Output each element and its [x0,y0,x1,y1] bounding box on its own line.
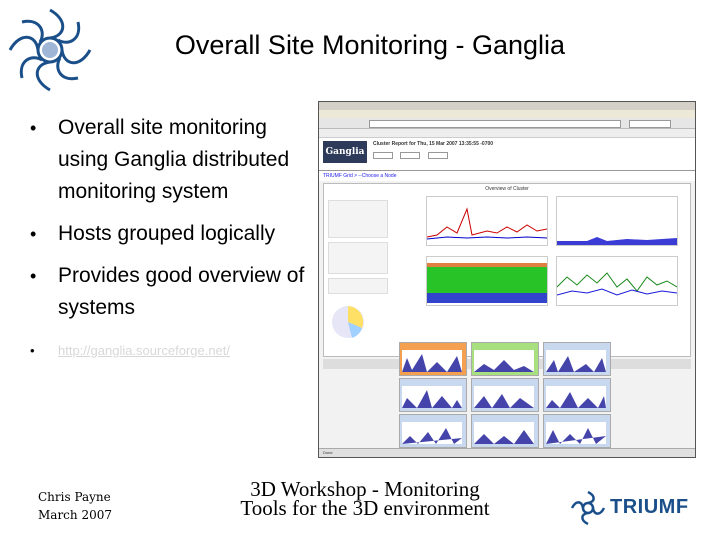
footer-line-2: Tools for the 3D environment [240,496,490,520]
bullet-dot-icon: • [30,266,37,286]
node-cell[interactable] [399,378,467,412]
ganglia-link[interactable]: http://ganglia.sourceforge.net/ [58,343,230,358]
load-pie-chart [332,306,364,338]
node-graph-grid [399,342,687,448]
bullet-dot-icon: • [30,224,37,244]
browser-screenshot: Ganglia Cluster Report for Thu, 15 Mar 2… [318,101,696,458]
address-field[interactable] [369,120,621,128]
bullet-item-link: • http://ganglia.sourceforge.net/ [28,342,318,360]
bullet-text: Provides good overview of systems [58,264,305,319]
node-cell[interactable] [399,414,467,448]
cluster-overview: Overview of Cluster [323,183,691,357]
triumf-swirl-icon [570,490,606,526]
memory-graph [426,256,548,306]
author-block: Chris Payne March 2007 [38,488,112,524]
ganglia-header: Ganglia Cluster Report for Thu, 15 Mar 2… [319,138,695,171]
node-cell[interactable] [471,342,539,376]
browser-urlbar [319,118,695,129]
node-cell[interactable] [399,342,467,376]
bullet-dot-icon: • [30,343,35,358]
bullet-text: Hosts grouped logically [58,222,276,245]
slide-title: Overall Site Monitoring - Ganglia [174,30,566,60]
cpu-graph [556,196,678,246]
node-cell[interactable] [471,378,539,412]
search-field[interactable] [629,120,671,128]
metric-select[interactable] [373,152,393,159]
presentation-date: March 2007 [38,508,112,522]
bullet-item: • Overall site monitoring using Ganglia d… [28,112,318,208]
node-cell[interactable] [543,342,611,376]
bullet-text: Overall site monitoring using Ganglia di… [58,116,290,203]
ganglia-logo [8,8,92,92]
network-graph [556,256,678,306]
bullet-item: • Provides good overview of systems [28,260,318,324]
ganglia-breadcrumb[interactable]: TRIUMF Grid > --Choose a Node [319,171,695,181]
load-graph [426,196,548,246]
footer-title: 3D Workshop - Monitoring Tools for the 3… [210,479,520,520]
author-name: Chris Payne [38,490,111,504]
browser-statusbar: Done [319,448,695,457]
node-cell[interactable] [543,414,611,448]
browser-menubar [319,110,695,118]
bookmarks-bar [319,129,695,138]
node-cell[interactable] [543,378,611,412]
node-cell[interactable] [471,414,539,448]
ganglia-controls [373,152,454,159]
cluster-report-title: Cluster Report for Thu, 15 Mar 2007 13:3… [373,141,494,147]
triumf-wordmark: TRIUMF [610,496,689,518]
sort-select[interactable] [427,152,448,159]
bullet-dot-icon: • [30,118,37,138]
range-select[interactable] [400,152,421,159]
triumf-logo: TRIUMF [570,488,690,528]
bullet-list: • Overall site monitoring using Ganglia d… [28,112,318,370]
ganglia-brand: Ganglia [323,141,367,163]
bullet-item: • Hosts grouped logically [28,218,318,250]
overview-title: Overview of Cluster [485,186,529,192]
cluster-stats [328,200,388,294]
browser-titlebar [319,102,695,110]
